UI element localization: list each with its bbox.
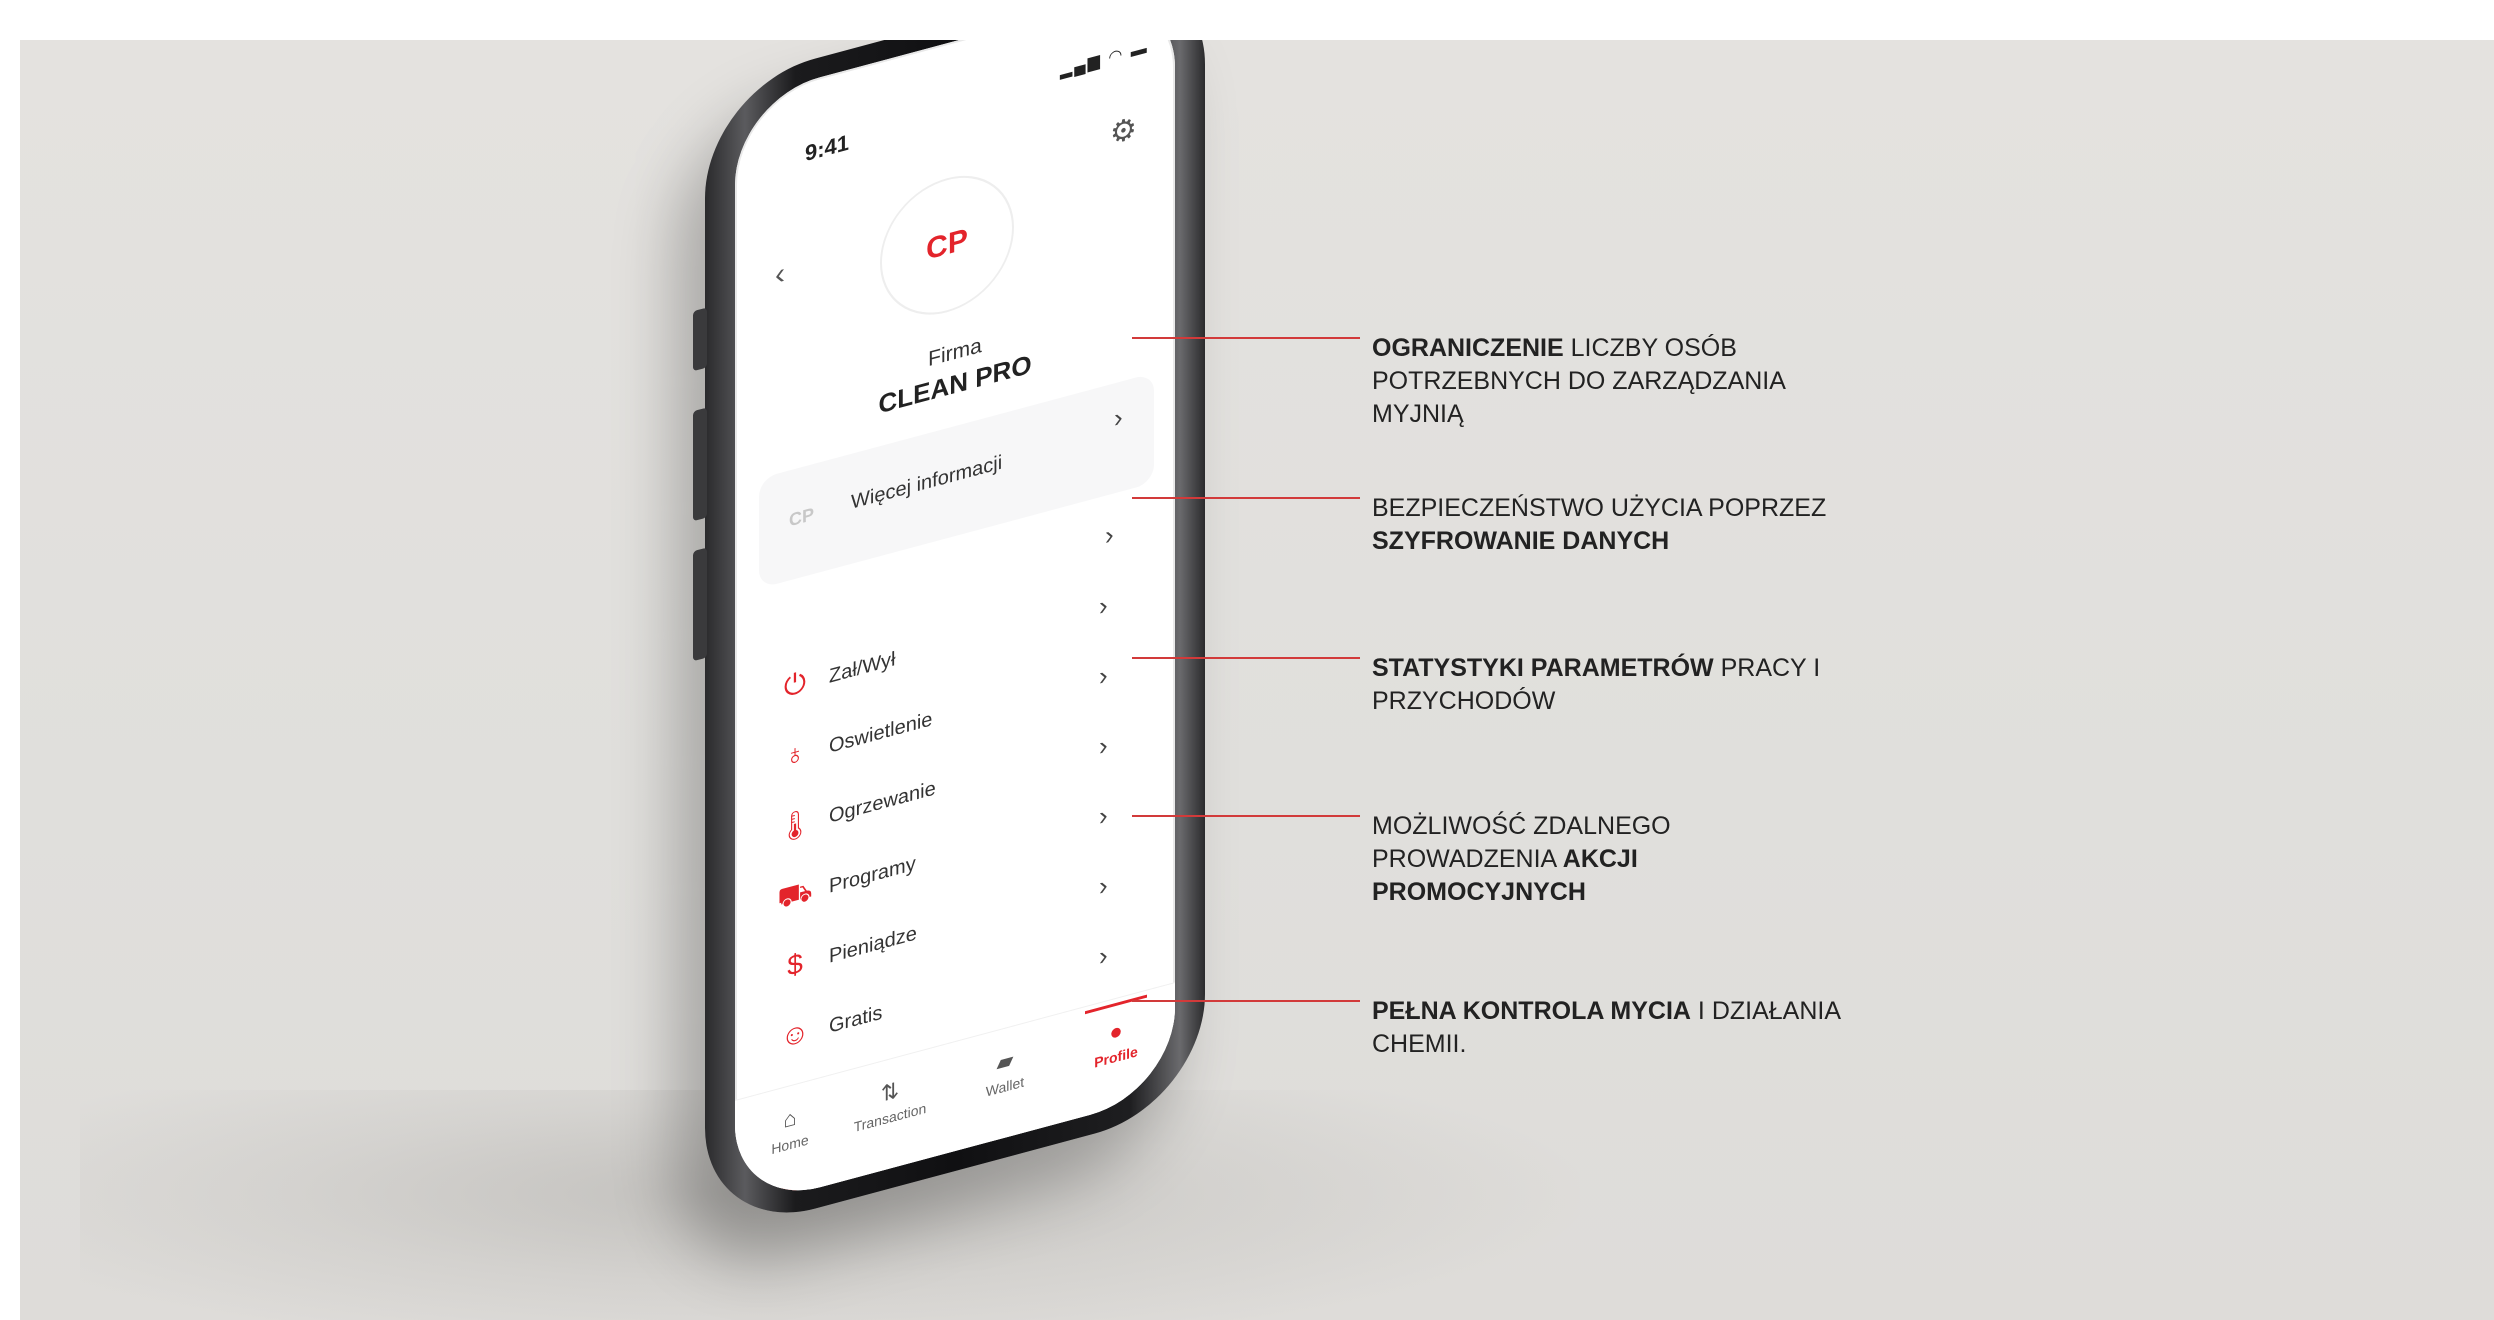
menu-item-label: Zał/Wył: [829, 647, 896, 688]
phone-screen: 9:41 ▂▄▆ ◠ ▬ ⚙ ‹ CP Firma CLEAN PRO CP W…: [735, 40, 1175, 1211]
thermometer-icon: 🌡: [777, 805, 813, 846]
chevron-right-icon: ›: [1099, 799, 1108, 832]
menu-item-label: Programy: [829, 852, 916, 898]
more-info-label: Więcej informacji: [851, 451, 1003, 514]
menu-item-label: Ogrzewanie: [829, 777, 936, 828]
callout-bold: PEŁNA KONTROLA MYCIA: [1372, 997, 1691, 1025]
callout-statistics: STATYSTYKI PARAMETRÓW PRACY I PRZYCHODÓW: [1372, 652, 1842, 718]
back-button[interactable]: ‹: [775, 257, 785, 294]
callout-staff-reduction: OGRANICZENIE LICZBY OSÓB POTRZEBNYCH DO …: [1372, 332, 1842, 431]
volume-down-button: [693, 547, 707, 662]
chevron-right-icon[interactable]: ›: [1105, 519, 1114, 552]
menu-item-label: Pieniądze: [829, 922, 917, 968]
nav-transaction[interactable]: ⇅ Transaction: [845, 1067, 935, 1137]
car-icon: ⛟: [777, 874, 813, 915]
nav-wallet[interactable]: ▰ Wallet: [960, 1037, 1050, 1107]
mute-switch: [693, 307, 707, 372]
callout-wash-control: PEŁNA KONTROLA MYCIA I DZIAŁANIA CHEMII.: [1372, 995, 1842, 1061]
callout-line: [1132, 337, 1360, 339]
chevron-right-icon: ›: [1099, 729, 1108, 762]
menu-item-label: Gratis: [829, 1001, 883, 1038]
chevron-right-icon: ›: [1099, 589, 1108, 622]
callout-line: [1132, 1000, 1360, 1002]
chevron-right-icon: ›: [1099, 869, 1108, 902]
company-logo: CP: [789, 503, 815, 531]
callout-line: [1132, 657, 1360, 659]
presentation-stage: 9:41 ▂▄▆ ◠ ▬ ⚙ ‹ CP Firma CLEAN PRO CP W…: [20, 40, 2494, 1320]
callout-bold: STATYSTYKI PARAMETRÓW: [1372, 654, 1714, 682]
chevron-right-icon: ›: [1114, 401, 1123, 434]
callout-line: [1132, 497, 1360, 499]
callout-line: [1132, 815, 1360, 817]
callout-security: BEZPIECZEŃSTWO UŻYCIA POPRZEZ SZYFROWANI…: [1372, 492, 1842, 558]
dollar-icon: $: [787, 946, 803, 983]
callout-bold: SZYFROWANIE DANYCH: [1372, 527, 1670, 555]
bulb-icon: ♁: [784, 736, 806, 773]
menu-item-label: Oswietlenie: [829, 708, 933, 758]
volume-up-button: [693, 407, 707, 522]
chevron-right-icon: ›: [1099, 659, 1108, 692]
nav-home[interactable]: ⌂ Home: [745, 1094, 835, 1164]
avatar-initials: CP: [926, 222, 968, 267]
smile-icon: ☺: [780, 1015, 810, 1054]
callout-text: BEZPIECZEŃSTWO UŻYCIA POPRZEZ: [1372, 494, 1827, 522]
avatar: CP: [880, 160, 1014, 331]
power-icon: ⏻: [783, 665, 807, 703]
gear-icon[interactable]: ⚙: [1110, 110, 1137, 152]
callout-promotions: MOŻLIWOŚĆ ZDALNEGO PROWADZENIA AKCJI PRO…: [1372, 810, 1842, 909]
phone-mockup: 9:41 ▂▄▆ ◠ ▬ ⚙ ‹ CP Firma CLEAN PRO CP W…: [693, 40, 1205, 1239]
callout-bold: OGRANICZENIE: [1372, 334, 1564, 362]
chevron-right-icon: ›: [1099, 939, 1108, 972]
nav-profile[interactable]: ● Profile: [1071, 1007, 1161, 1077]
status-time: 9:41: [805, 129, 850, 167]
status-icons: ▂▄▆ ◠ ▬: [1060, 40, 1149, 80]
